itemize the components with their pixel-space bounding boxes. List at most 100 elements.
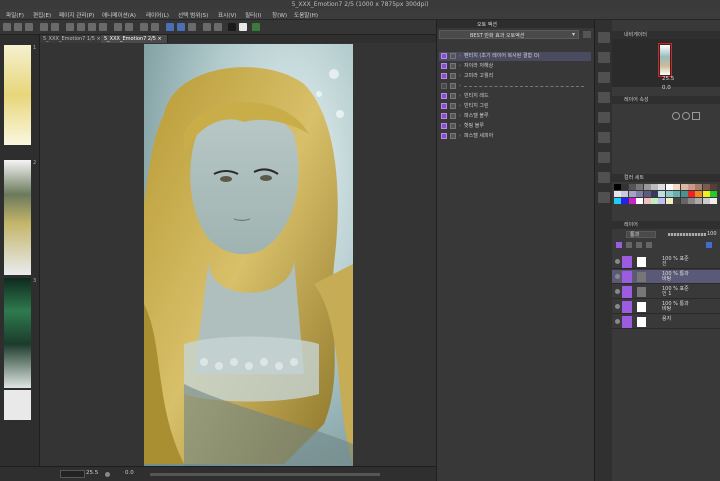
panel-icon-5[interactable] bbox=[598, 112, 610, 123]
layer-color-icon[interactable] bbox=[616, 242, 622, 248]
color-swatch[interactable] bbox=[710, 198, 718, 204]
color-swatch[interactable] bbox=[688, 191, 695, 197]
effect-icon[interactable] bbox=[672, 112, 680, 120]
chevron-right-icon[interactable]: › bbox=[459, 72, 461, 81]
page-thumbnail-1[interactable] bbox=[4, 45, 31, 145]
action-enable-checkbox[interactable] bbox=[441, 123, 447, 129]
menu-item-3[interactable]: 페이지 관리(P) bbox=[59, 11, 94, 19]
color-swatch[interactable] bbox=[651, 198, 658, 204]
color-swatch[interactable] bbox=[636, 191, 644, 197]
color-swatch[interactable] bbox=[665, 191, 673, 197]
transform-icon[interactable] bbox=[114, 23, 122, 31]
color-swatch[interactable] bbox=[658, 191, 666, 197]
tab-page-2[interactable]: 5_XXX_Emotion7 2/5 × bbox=[101, 35, 168, 43]
open-file-icon[interactable] bbox=[14, 23, 22, 31]
dark-color-icon[interactable] bbox=[228, 23, 236, 31]
tab-page-1[interactable]: 5_XXX_Emotion7 1/5 × bbox=[40, 35, 107, 43]
action-enable-checkbox[interactable] bbox=[441, 53, 447, 59]
color-swatch[interactable] bbox=[621, 191, 629, 197]
navigator-view-frame[interactable] bbox=[658, 43, 672, 77]
eye-icon[interactable] bbox=[615, 274, 620, 279]
color-swatch[interactable] bbox=[636, 184, 644, 190]
color-swatch[interactable] bbox=[651, 191, 658, 197]
action-enable-checkbox[interactable] bbox=[441, 93, 447, 99]
color-swatch[interactable] bbox=[643, 191, 651, 197]
zoom-field[interactable] bbox=[60, 470, 85, 478]
horizontal-scrollbar[interactable] bbox=[150, 473, 380, 476]
chevron-right-icon[interactable]: › bbox=[459, 102, 461, 111]
blend-mode-select[interactable]: 통과 bbox=[626, 231, 656, 238]
rotate-icon[interactable] bbox=[105, 472, 110, 477]
auto-action-item[interactable]: › 핫핑 블루 bbox=[439, 122, 591, 131]
color-swatch[interactable] bbox=[702, 198, 710, 204]
color-swatch[interactable] bbox=[621, 184, 629, 190]
auto-action-item[interactable]: › 펜터치 (초기 레이어 복사된 결합 O) bbox=[439, 52, 591, 61]
chevron-right-icon[interactable]: › bbox=[459, 52, 461, 61]
clear-icon[interactable] bbox=[66, 23, 74, 31]
page-thumbnail-4[interactable] bbox=[4, 390, 31, 420]
deselect-icon[interactable] bbox=[140, 23, 148, 31]
action-dialog-toggle[interactable] bbox=[450, 103, 456, 109]
color-swatch-icon[interactable] bbox=[252, 23, 260, 31]
color-swatch[interactable] bbox=[680, 184, 688, 190]
clip-layer-icon[interactable] bbox=[636, 242, 642, 248]
layer-row[interactable]: 100 % 통과 바탕 bbox=[612, 270, 720, 284]
color-swatch[interactable] bbox=[614, 198, 621, 204]
eye-icon[interactable] bbox=[615, 289, 620, 294]
chevron-right-icon[interactable]: › bbox=[459, 62, 461, 71]
menu-item-7[interactable]: 표시(V) bbox=[218, 11, 236, 19]
eye-icon[interactable] bbox=[615, 319, 620, 324]
chevron-right-icon[interactable]: › bbox=[459, 132, 461, 141]
color-swatch[interactable] bbox=[688, 184, 695, 190]
action-set-dropdown[interactable]: BEST 만화 효과 오토액션 ▾ bbox=[439, 30, 579, 39]
chevron-right-icon[interactable]: › bbox=[459, 112, 461, 121]
action-dialog-toggle[interactable] bbox=[450, 73, 456, 79]
color-swatch[interactable] bbox=[614, 184, 621, 190]
action-enable-checkbox[interactable] bbox=[441, 73, 447, 79]
auto-action-tab[interactable]: 오토 액션 bbox=[477, 21, 497, 28]
eye-icon[interactable] bbox=[615, 259, 620, 264]
color-set-header[interactable]: 컬러 세트 bbox=[612, 174, 720, 182]
panel-icon-6[interactable] bbox=[598, 132, 610, 143]
tone-icon[interactable] bbox=[692, 112, 700, 120]
grid-icon[interactable] bbox=[188, 23, 196, 31]
canvas-artwork[interactable] bbox=[144, 44, 353, 466]
invert-selection-icon[interactable] bbox=[151, 23, 159, 31]
eye-icon[interactable] bbox=[615, 304, 620, 309]
color-swatch[interactable] bbox=[651, 184, 658, 190]
page-thumbnail-2[interactable] bbox=[4, 160, 31, 275]
lock-layer-icon[interactable] bbox=[626, 242, 632, 248]
action-dialog-toggle[interactable] bbox=[450, 83, 456, 89]
redo-icon[interactable] bbox=[51, 23, 59, 31]
panel-icon-9[interactable] bbox=[598, 192, 610, 203]
chevron-right-icon[interactable]: › bbox=[459, 82, 461, 91]
paste-icon[interactable] bbox=[99, 23, 107, 31]
color-swatch[interactable] bbox=[628, 198, 636, 204]
color-swatch[interactable] bbox=[695, 191, 703, 197]
auto-action-item[interactable]: › 자이라 저해상 bbox=[439, 62, 591, 71]
action-dialog-toggle[interactable] bbox=[450, 53, 456, 59]
color-swatch[interactable] bbox=[643, 184, 651, 190]
panel-icon-8[interactable] bbox=[598, 172, 610, 183]
layer-row[interactable]: 100 % 통과 바탕 bbox=[612, 300, 720, 314]
layer-panel-header[interactable]: 레이어 bbox=[612, 221, 720, 229]
color-set-grid[interactable] bbox=[614, 184, 718, 214]
panel-icon-4[interactable] bbox=[598, 92, 610, 103]
color-swatch[interactable] bbox=[665, 198, 673, 204]
auto-action-item[interactable]: › 고미라 고퀄리 bbox=[439, 72, 591, 81]
color-swatch[interactable] bbox=[636, 198, 644, 204]
menu-item-4[interactable]: 애니메이션(A) bbox=[102, 11, 136, 19]
color-swatch[interactable] bbox=[688, 198, 695, 204]
flip-icon[interactable] bbox=[125, 23, 133, 31]
color-swatch[interactable] bbox=[710, 191, 718, 197]
panel-icon-2[interactable] bbox=[598, 52, 610, 63]
color-swatch[interactable] bbox=[710, 184, 718, 190]
color-swatch[interactable] bbox=[614, 191, 621, 197]
action-dialog-toggle[interactable] bbox=[450, 123, 456, 129]
snap-icon[interactable] bbox=[166, 23, 174, 31]
color-swatch[interactable] bbox=[673, 184, 681, 190]
chevron-right-icon[interactable]: › bbox=[459, 92, 461, 101]
color-swatch[interactable] bbox=[673, 198, 681, 204]
opacity-slider[interactable] bbox=[668, 233, 706, 236]
lock-icon[interactable] bbox=[214, 23, 222, 31]
